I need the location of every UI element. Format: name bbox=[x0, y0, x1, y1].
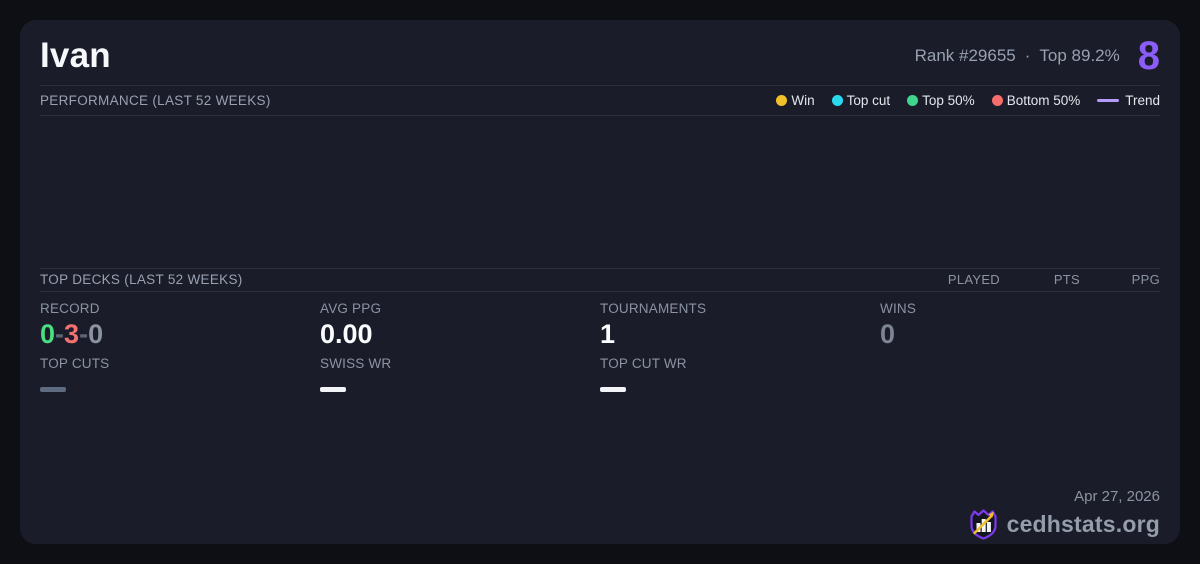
divider bbox=[40, 115, 1160, 116]
legend-item-top-50: Top 50% bbox=[907, 93, 975, 108]
avg-ppg-value: 0.00 bbox=[320, 319, 600, 350]
record-separator: - bbox=[79, 319, 88, 349]
record-draws: 0 bbox=[88, 319, 103, 349]
top-cut-dot-icon bbox=[832, 95, 843, 106]
divider bbox=[40, 85, 1160, 86]
record-value: 0-3-0 bbox=[40, 319, 320, 350]
rank-top-percent: Top 89.2% bbox=[1039, 46, 1119, 66]
record-separator: - bbox=[55, 319, 64, 349]
stat-tournaments-column: TOURNAMENTS 1 TOP CUT WR bbox=[600, 301, 880, 544]
column-header-pts: PTS bbox=[1000, 272, 1080, 287]
player-stats-card: Ivan Rank #29655 · Top 89.2% 8 PERFORMAN… bbox=[20, 20, 1180, 544]
top-cuts-label: TOP CUTS bbox=[40, 356, 320, 371]
legend-label: Win bbox=[791, 93, 814, 108]
legend-label: Top 50% bbox=[922, 93, 975, 108]
top-decks-header-row: TOP DECKS (LAST 52 WEEKS) PLAYED PTS PPG bbox=[40, 269, 1160, 291]
top-cut-wr-empty-value bbox=[600, 387, 626, 392]
top-cuts-empty-value bbox=[40, 387, 66, 392]
column-header-ppg: PPG bbox=[1080, 272, 1160, 287]
performance-header-row: PERFORMANCE (LAST 52 WEEKS) Win Top cut … bbox=[40, 86, 1160, 115]
card-header: Ivan Rank #29655 · Top 89.2% 8 bbox=[40, 20, 1160, 85]
chart-legend: Win Top cut Top 50% Bottom 50% Trend bbox=[776, 93, 1160, 108]
avg-ppg-label: AVG PPG bbox=[320, 301, 600, 316]
swiss-wr-empty-value bbox=[320, 387, 346, 392]
legend-label: Top cut bbox=[847, 93, 891, 108]
legend-item-bottom-50: Bottom 50% bbox=[992, 93, 1081, 108]
stats-section: RECORD 0-3-0 TOP CUTS AVG PPG 0.00 SWISS… bbox=[40, 292, 1160, 544]
trend-line-icon bbox=[1097, 99, 1119, 102]
tournaments-value: 1 bbox=[600, 319, 880, 350]
card-footer: Apr 27, 2026 cedhstats.org bbox=[968, 488, 1160, 540]
legend-item-win: Win bbox=[776, 93, 814, 108]
legend-label: Trend bbox=[1125, 93, 1160, 108]
brand: cedhstats.org bbox=[968, 508, 1160, 540]
legend-item-top-cut: Top cut bbox=[832, 93, 891, 108]
page-title: Ivan bbox=[40, 36, 111, 76]
legend-item-trend: Trend bbox=[1097, 93, 1160, 108]
stat-record-column: RECORD 0-3-0 TOP CUTS bbox=[40, 301, 320, 544]
tournaments-label: TOURNAMENTS bbox=[600, 301, 880, 316]
top-50-dot-icon bbox=[907, 95, 918, 106]
win-dot-icon bbox=[776, 95, 787, 106]
rank-summary: Rank #29655 · Top 89.2% 8 bbox=[915, 36, 1160, 76]
rank-number: Rank #29655 bbox=[915, 46, 1016, 66]
divider bbox=[40, 268, 1160, 269]
brand-name: cedhstats.org bbox=[1007, 511, 1160, 538]
performance-heading: PERFORMANCE (LAST 52 WEEKS) bbox=[40, 93, 271, 108]
wins-value: 0 bbox=[880, 319, 1160, 350]
top-cut-wr-label: TOP CUT WR bbox=[600, 356, 880, 371]
top-decks-columns: PLAYED PTS PPG bbox=[920, 272, 1160, 287]
legend-label: Bottom 50% bbox=[1007, 93, 1081, 108]
cedhstats-shield-logo-icon bbox=[968, 508, 999, 540]
column-header-played: PLAYED bbox=[920, 272, 1000, 287]
swiss-wr-label: SWISS WR bbox=[320, 356, 600, 371]
rank-separator: · bbox=[1025, 46, 1031, 66]
record-wins: 0 bbox=[40, 319, 55, 349]
bottom-50-dot-icon bbox=[992, 95, 1003, 106]
record-label: RECORD bbox=[40, 301, 320, 316]
top-decks-heading: TOP DECKS (LAST 52 WEEKS) bbox=[40, 272, 243, 287]
player-score: 8 bbox=[1138, 36, 1160, 76]
record-losses: 3 bbox=[64, 319, 79, 349]
performance-chart-empty bbox=[40, 116, 1160, 268]
wins-label: WINS bbox=[880, 301, 1160, 316]
stat-avg-ppg-column: AVG PPG 0.00 SWISS WR bbox=[320, 301, 600, 544]
date-label: Apr 27, 2026 bbox=[968, 488, 1160, 505]
